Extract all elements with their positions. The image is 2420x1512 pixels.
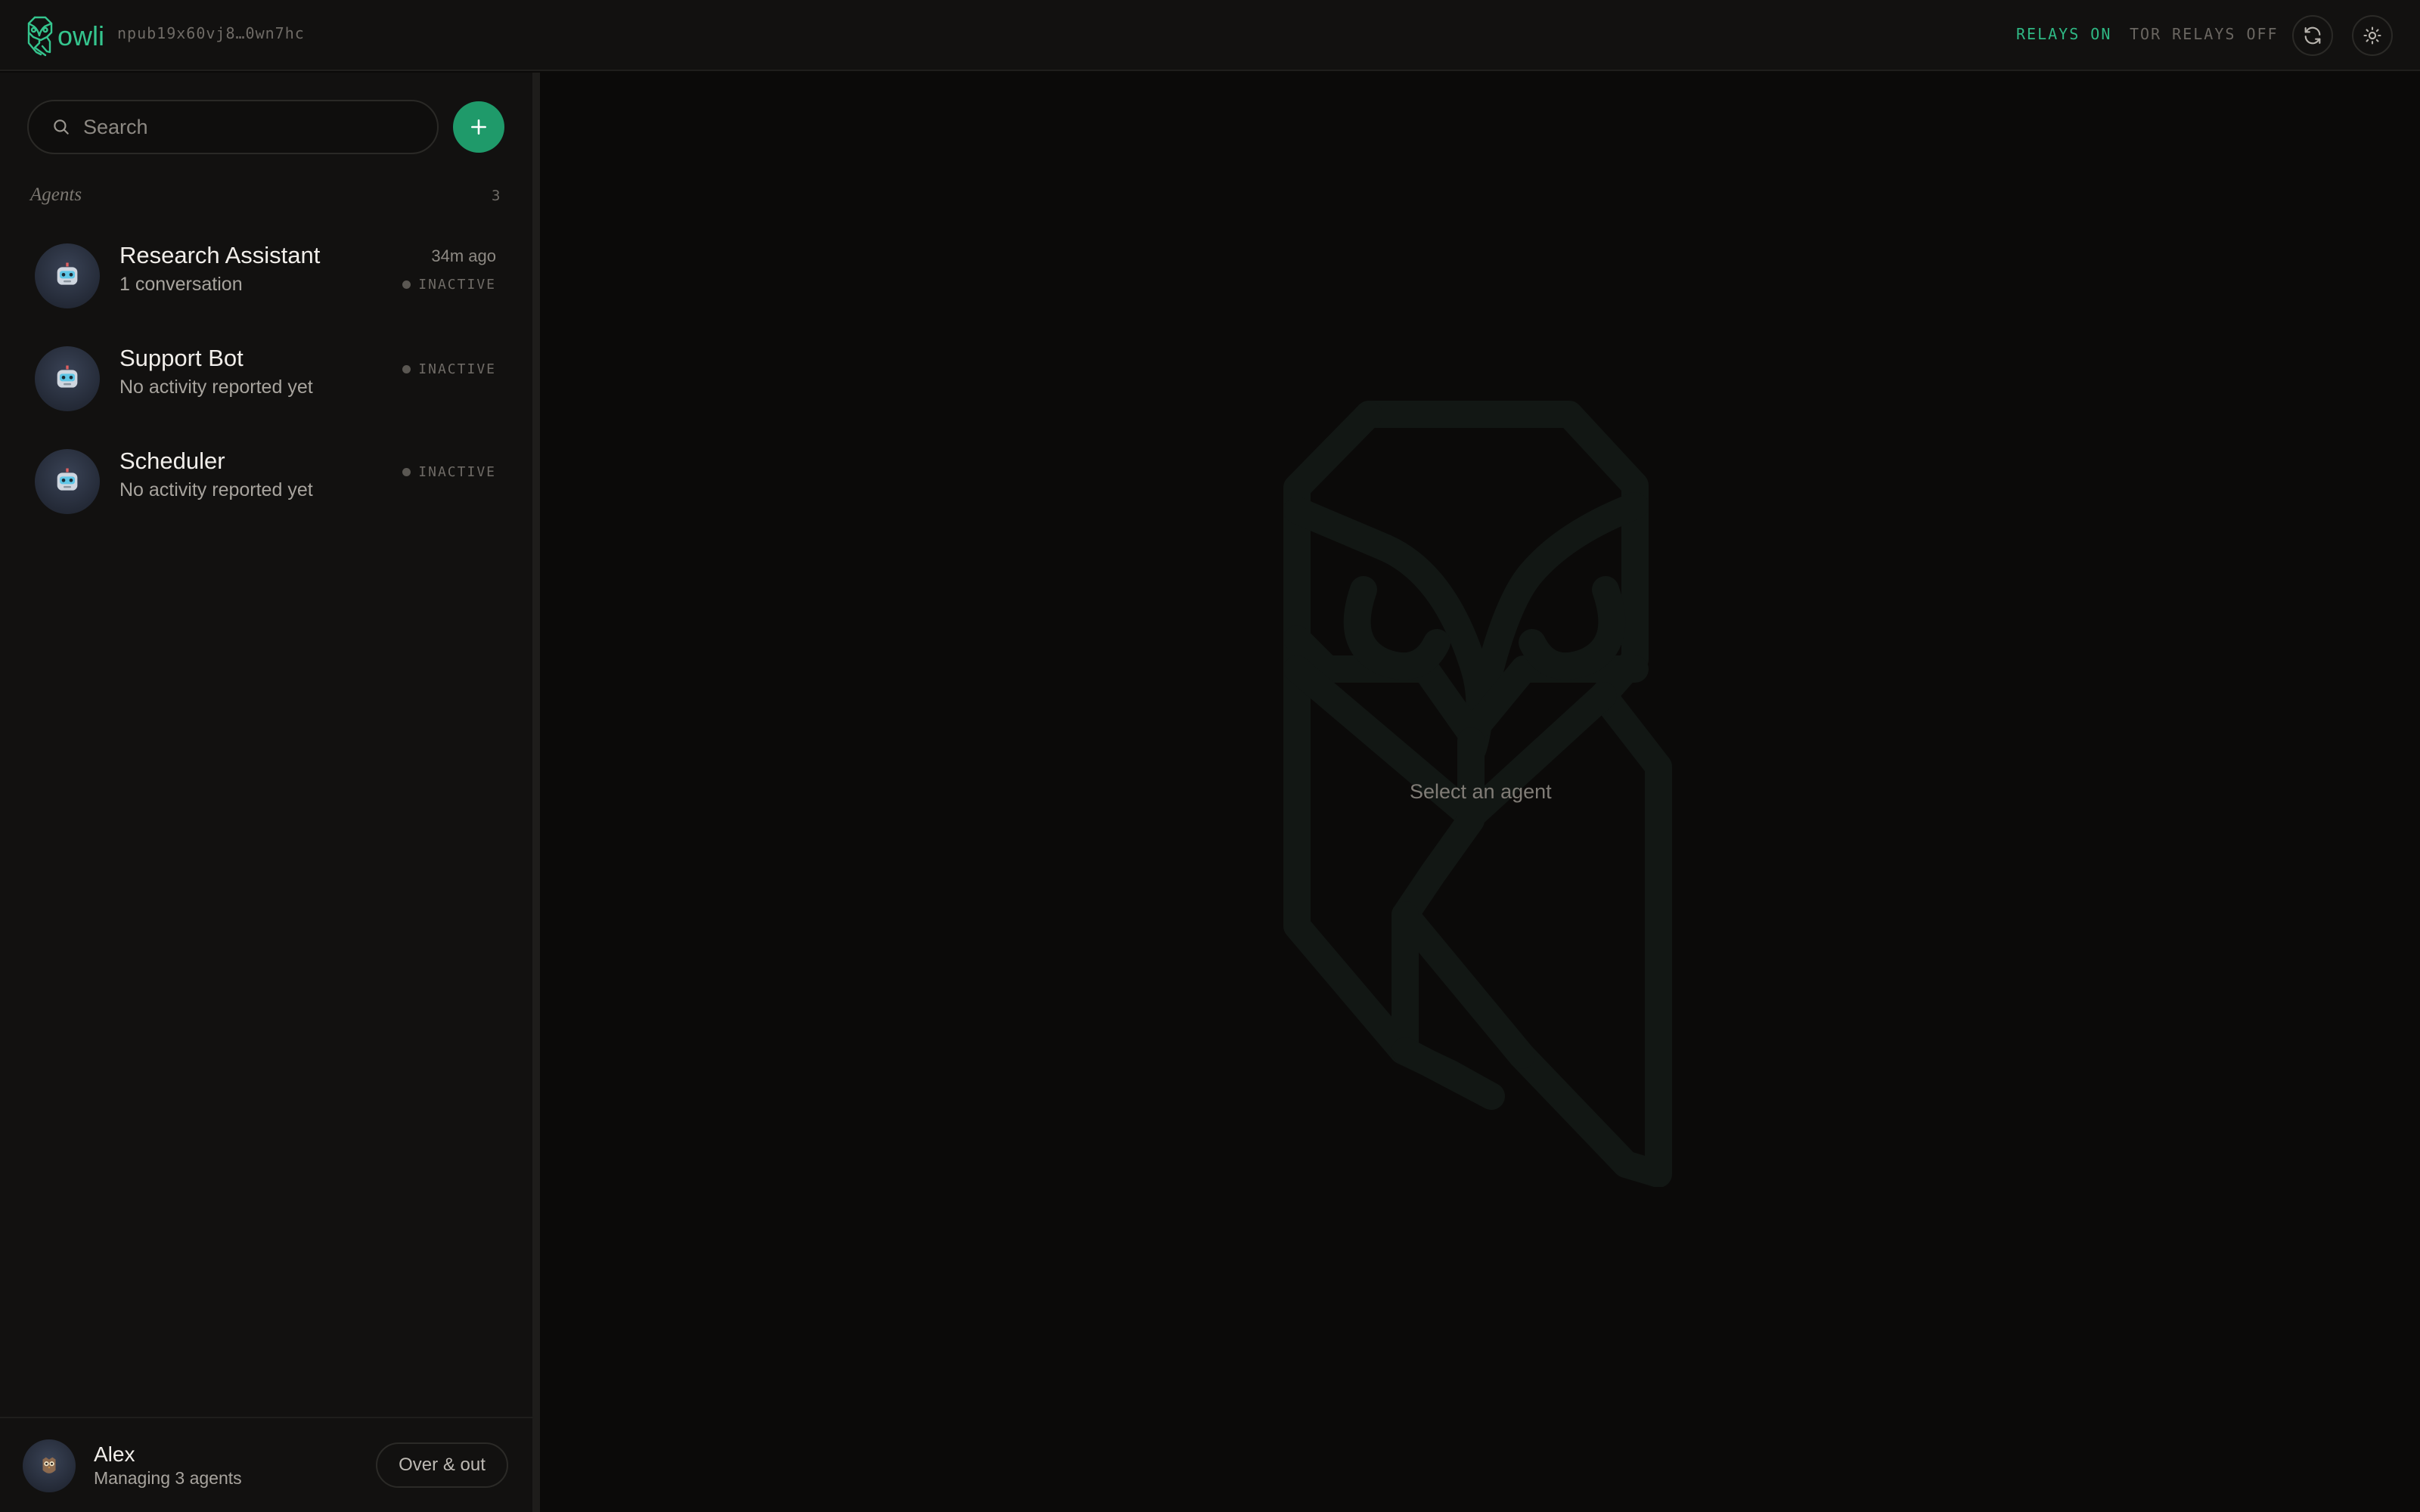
plus-icon	[471, 119, 486, 135]
add-agent-button[interactable]	[453, 101, 504, 153]
agent-subtitle: 1 conversation	[119, 274, 243, 295]
agent-subtitle: No activity reported yet	[119, 479, 313, 500]
agent-last-active: 34m ago	[431, 246, 496, 265]
robot-icon	[57, 365, 78, 388]
agent-list: Research Assistant 1 conversation 34m ag…	[0, 228, 532, 537]
user-avatar[interactable]	[23, 1439, 76, 1492]
search-icon	[54, 119, 69, 135]
agent-item-scheduler[interactable]: Scheduler No activity reported yet INACT…	[0, 434, 532, 537]
agent-item-support-bot[interactable]: Support Bot No activity reported yet INA…	[0, 331, 532, 434]
user-name: Alex	[94, 1442, 135, 1466]
top-bar: owli npub19x60vj8…0wn7hc RELAYS ON TOR R…	[0, 0, 2420, 71]
npub-identifier[interactable]: npub19x60vj8…0wn7hc	[117, 24, 305, 42]
status-dot-icon	[402, 468, 411, 476]
agent-status-badge: INACTIVE	[402, 464, 496, 480]
empty-state-message: Select an agent	[1410, 780, 1552, 803]
agent-name: Support Bot	[119, 345, 244, 371]
robot-icon	[57, 262, 78, 285]
sidebar: Agents 3 Research Assistant 1 conversati…	[0, 73, 532, 1512]
agent-avatar	[35, 449, 100, 514]
agent-name: Research Assistant	[119, 242, 321, 268]
agent-subtitle: No activity reported yet	[119, 376, 313, 398]
agent-status-badge: INACTIVE	[402, 277, 496, 293]
agent-status-text: INACTIVE	[418, 464, 496, 480]
relays-status[interactable]: RELAYS ON	[2016, 25, 2111, 43]
status-dot-icon	[402, 365, 411, 373]
theme-toggle-button[interactable]	[2352, 15, 2393, 56]
owl-logo-icon	[27, 16, 53, 57]
agent-status-text: INACTIVE	[418, 361, 496, 377]
tor-relays-status[interactable]: TOR RELAYS OFF	[2130, 25, 2279, 43]
agent-item-research-assistant[interactable]: Research Assistant 1 conversation 34m ag…	[0, 228, 532, 331]
agent-avatar	[35, 243, 100, 308]
search-input[interactable]	[83, 115, 431, 139]
agent-status-text: INACTIVE	[418, 277, 496, 293]
status-dot-icon	[402, 280, 411, 289]
search-box[interactable]	[27, 100, 439, 154]
agent-name: Scheduler	[119, 448, 225, 474]
agents-section-title: Agents	[30, 184, 82, 205]
refresh-icon	[2304, 26, 2321, 45]
sidebar-resize-handle[interactable]	[532, 73, 540, 1512]
logout-button[interactable]: Over & out	[376, 1442, 508, 1488]
robot-icon	[57, 468, 78, 491]
agents-count: 3	[492, 187, 501, 204]
sun-icon	[2363, 26, 2381, 45]
app-name: owli	[57, 20, 105, 51]
app-logo[interactable]: owli	[26, 15, 104, 57]
owl-avatar-icon	[42, 1457, 56, 1473]
refresh-button[interactable]	[2292, 15, 2333, 56]
agent-avatar	[35, 346, 100, 411]
user-subtitle: Managing 3 agents	[94, 1468, 242, 1488]
agent-status-badge: INACTIVE	[402, 361, 496, 377]
